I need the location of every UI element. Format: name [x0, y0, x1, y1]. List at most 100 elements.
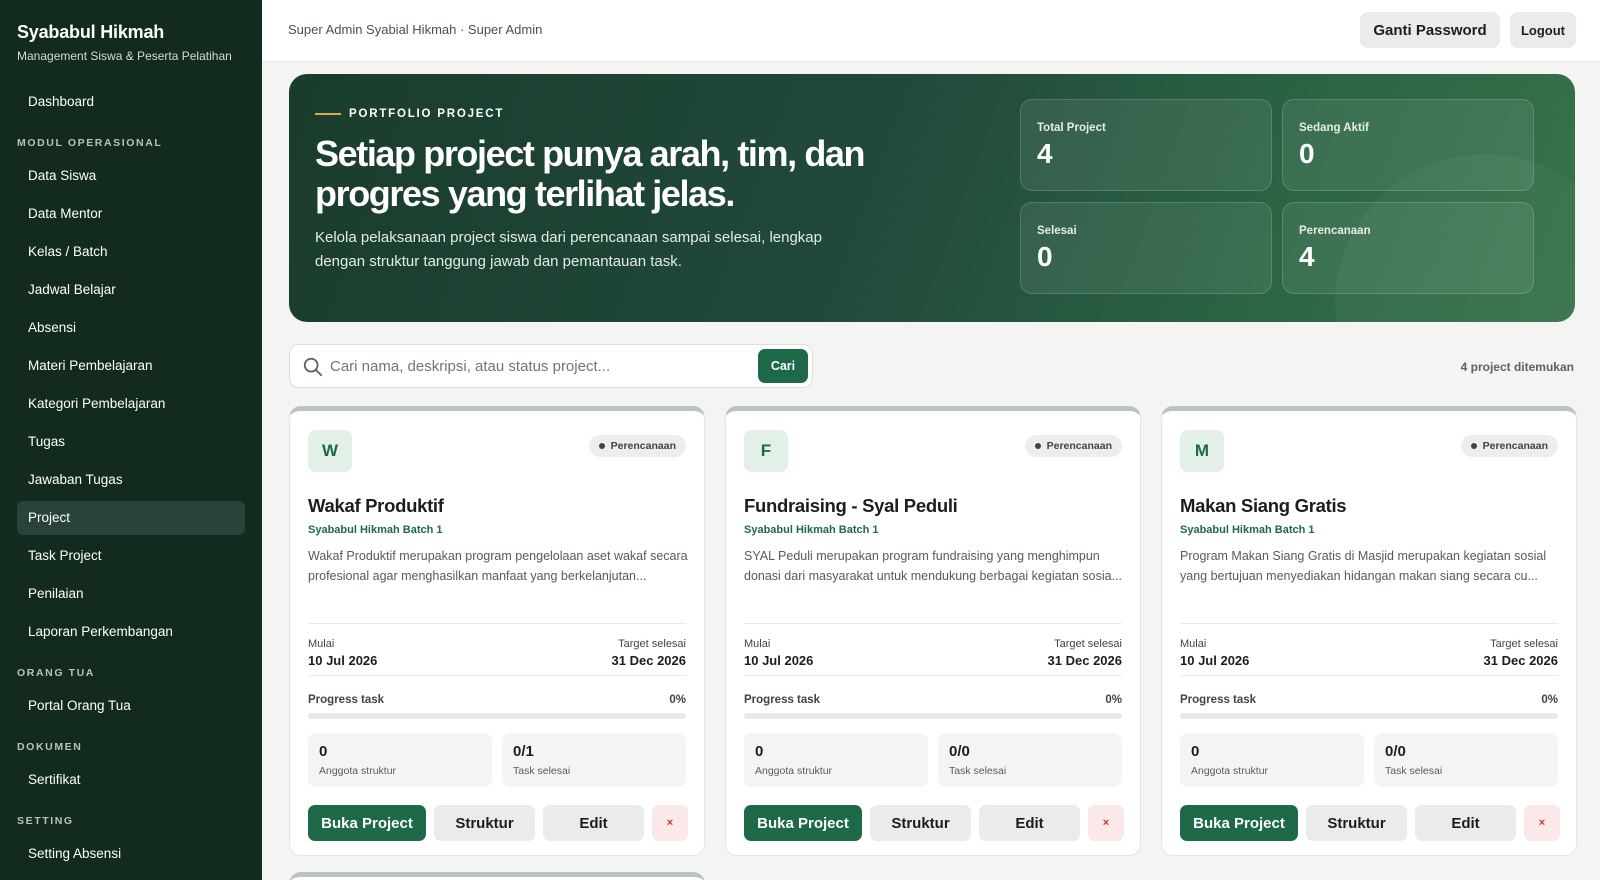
sidebar-parent-list: Portal Orang Tua — [17, 689, 245, 723]
search-input[interactable] — [330, 353, 730, 379]
sidebar-setting-list: Setting Absensi — [17, 837, 245, 871]
edit-button[interactable]: Edit — [543, 805, 644, 841]
status-dot — [1034, 443, 1041, 449]
sidebar-item-portal-orang-tua[interactable]: Portal Orang Tua — [17, 689, 245, 723]
search-button[interactable]: Cari — [758, 349, 808, 383]
target-value: 31 Dec 2026 — [1047, 653, 1122, 668]
sidebar-item-setting-absensi[interactable]: Setting Absensi — [17, 837, 245, 871]
progress-percent: 0% — [1105, 694, 1122, 706]
status-badge: Perencanaan — [1024, 435, 1122, 457]
target-date: Target selesai 31 Dec 2026 — [1484, 638, 1558, 668]
stat-total-project: Total Project 4 — [1020, 99, 1272, 191]
stat-label: Total Project — [1037, 122, 1106, 134]
stat-active: Sedang Aktif 0 — [1282, 99, 1534, 191]
stat-label: Selesai — [1037, 225, 1077, 237]
project-title: Wakaf Produktif — [308, 495, 444, 516]
sidebar-item-project[interactable]: Project — [17, 501, 245, 535]
structure-button[interactable]: Struktur — [434, 805, 535, 841]
sidebar-item-kelas-batch[interactable]: Kelas / Batch — [17, 235, 245, 269]
progress-percent: 0% — [1541, 694, 1558, 706]
structure-button[interactable]: Struktur — [870, 805, 971, 841]
result-count: 4 project ditemukan — [1460, 360, 1574, 374]
tasks-stat: 0/0 Task selesai — [1374, 733, 1558, 787]
project-avatar: W — [308, 430, 352, 472]
edit-button[interactable]: Edit — [979, 805, 1080, 841]
tasks-stat: 0/1 Task selesai — [502, 733, 686, 787]
sidebar-item-jawaban-tugas[interactable]: Jawaban Tugas — [17, 463, 245, 497]
eyebrow-line — [315, 113, 341, 115]
sidebar-item-laporan-perkembangan[interactable]: Laporan Perkembangan — [17, 615, 245, 649]
sidebar-item-materi-pembelajaran[interactable]: Materi Pembelajaran — [17, 349, 245, 383]
sidebar-item-sertifikat[interactable]: Sertifikat — [17, 763, 245, 797]
members-value: 0 — [755, 743, 764, 760]
open-project-button[interactable]: Buka Project — [1180, 805, 1298, 841]
divider — [1180, 675, 1558, 676]
project-description: Program Makan Siang Gratis di Masjid mer… — [1180, 549, 1547, 583]
start-value: 10 Jul 2026 — [744, 653, 814, 668]
project-title: Fundraising - Syal Peduli — [744, 495, 958, 516]
target-label: Target selesai — [1054, 638, 1122, 650]
project-avatar: M — [1180, 430, 1224, 472]
change-password-button[interactable]: Ganti Password — [1360, 12, 1500, 48]
sidebar-item-jadwal-belajar[interactable]: Jadwal Belajar — [17, 273, 245, 307]
project-batch: Syababul Hikmah Batch 1 — [1180, 524, 1315, 536]
sidebar-item-tugas[interactable]: Tugas — [17, 425, 245, 459]
sidebar-item-penilaian[interactable]: Penilaian — [17, 577, 245, 611]
sidebar-item-dashboard[interactable]: Dashboard — [17, 85, 245, 119]
delete-button[interactable]: × — [1088, 805, 1124, 841]
sidebar-docs-list: Sertifikat — [17, 763, 245, 797]
edit-button[interactable]: Edit — [1415, 805, 1516, 841]
hero-description: Kelola pelaksanaan project siswa dari pe… — [315, 229, 822, 270]
sidebar-modul-list: Data Siswa Data Mentor Kelas / Batch Jadwal… — [17, 159, 245, 649]
members-label: Anggota struktur — [755, 765, 833, 777]
divider — [744, 675, 1122, 676]
breadcrumb: Super Admin Syabial Hikmah · Super Admin — [288, 22, 543, 37]
structure-button[interactable]: Struktur — [1306, 805, 1407, 841]
project-description: Wakaf Produktif merupakan program pengel… — [308, 549, 688, 583]
hero-eyebrow-text: PORTFOLIO PROJECT — [349, 108, 505, 120]
target-label: Target selesai — [618, 638, 686, 650]
divider — [308, 623, 686, 624]
status-dot — [598, 443, 605, 449]
start-label: Mulai — [308, 638, 335, 650]
project-title: Makan Siang Gratis — [1180, 495, 1347, 516]
status-badge: Perencanaan — [588, 435, 686, 457]
tasks-value: 0/0 — [949, 743, 970, 760]
stat-planning: Perencanaan 4 — [1282, 202, 1534, 294]
sidebar-item-data-siswa[interactable]: Data Siswa — [17, 159, 245, 193]
target-label: Target selesai — [1490, 638, 1558, 650]
progress-bar — [744, 713, 1122, 719]
start-value: 10 Jul 2026 — [1180, 653, 1250, 668]
progress-label: Progress task — [744, 694, 821, 706]
open-project-button[interactable]: Buka Project — [308, 805, 426, 841]
members-label: Anggota struktur — [1191, 765, 1269, 777]
delete-button[interactable]: × — [1524, 805, 1560, 841]
status-dot — [1470, 443, 1477, 449]
target-date: Target selesai 31 Dec 2026 — [1048, 638, 1122, 668]
project-card: W Perencanaan Wakaf Produktif Syababul H… — [289, 406, 705, 856]
divider — [1180, 623, 1558, 624]
logout-button[interactable]: Logout — [1510, 12, 1576, 48]
delete-button[interactable]: × — [652, 805, 688, 841]
sidebar-item-kategori-pembelajaran[interactable]: Kategori Pembelajaran — [17, 387, 245, 421]
sidebar-item-absensi[interactable]: Absensi — [17, 311, 245, 345]
sidebar-item-data-mentor[interactable]: Data Mentor — [17, 197, 245, 231]
progress-label: Progress task — [1180, 694, 1257, 706]
members-value: 0 — [1191, 743, 1200, 760]
target-value: 31 Dec 2026 — [611, 653, 686, 668]
status-badge: Perencanaan — [1460, 435, 1558, 457]
sidebar-item-task-project[interactable]: Task Project — [17, 539, 245, 573]
members-label: Anggota struktur — [319, 765, 397, 777]
open-project-button[interactable]: Buka Project — [744, 805, 862, 841]
hero-title: Setiap project punya arah, tim, dan prog… — [315, 133, 866, 214]
card-actions: Buka Project Struktur Edit × — [308, 805, 688, 841]
project-card: M Perencanaan Makan Siang Gratis Syababu… — [1161, 406, 1577, 856]
search-bar: Cari — [289, 344, 813, 388]
start-date: Mulai 10 Jul 2026 — [308, 638, 377, 668]
sidebar-section-modul: MODUL OPERASIONAL — [17, 137, 163, 149]
progress-bar — [308, 713, 686, 719]
status-text: Perencanaan — [610, 440, 676, 452]
divider — [744, 623, 1122, 624]
stat-value: 4 — [1299, 241, 1315, 272]
progress-label: Progress task — [308, 694, 385, 706]
